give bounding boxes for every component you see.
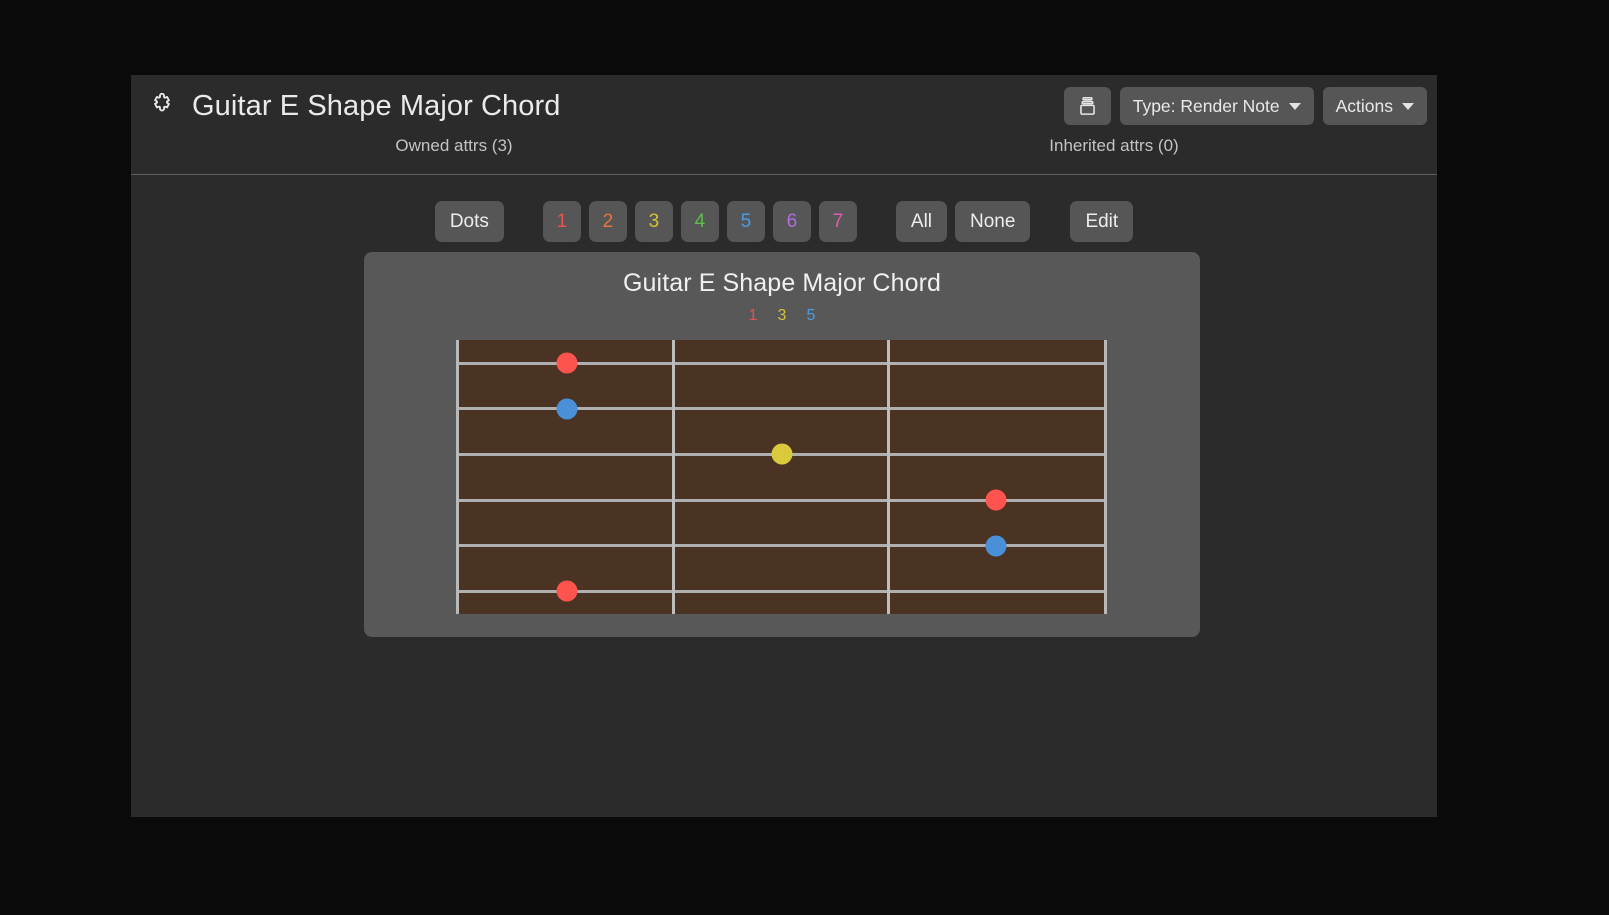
degree-button-4[interactable]: 4 <box>680 201 719 242</box>
string-line-5 <box>459 544 1104 547</box>
app-panel: Guitar E Shape Major Chord Type: Render … <box>131 75 1437 817</box>
attrs-row: Owned attrs (3) Inherited attrs (0) <box>131 137 1437 175</box>
puzzle-piece-icon <box>149 93 175 119</box>
chord-diagram-card: Guitar E Shape Major Chord 1 3 5 <box>364 252 1200 637</box>
degree-button-1[interactable]: 1 <box>542 201 581 242</box>
owned-attrs-label: Owned attrs (3) <box>395 136 513 155</box>
guitar-fretboard[interactable] <box>456 340 1107 614</box>
chord-dot-5[interactable] <box>985 535 1007 556</box>
degree-button-group: 1234567 <box>542 201 857 242</box>
chord-dot-4[interactable] <box>985 489 1007 511</box>
actions-dropdown-label: Actions <box>1335 95 1393 116</box>
degree-button-2[interactable]: 2 <box>588 201 627 242</box>
chord-dot-1[interactable] <box>556 352 578 374</box>
actions-dropdown-button[interactable]: Actions <box>1322 87 1427 125</box>
string-line-6 <box>459 589 1104 593</box>
degree-button-6[interactable]: 6 <box>772 201 811 242</box>
legend-degree-1: 1 <box>748 307 758 324</box>
fret-line-1 <box>672 340 676 614</box>
string-line-4 <box>459 498 1104 502</box>
type-dropdown-label: Type: Render Note <box>1132 95 1280 116</box>
chord-dot-2[interactable] <box>556 398 578 419</box>
header-bar: Guitar E Shape Major Chord Type: Render … <box>131 75 1437 137</box>
legend-degree-5: 5 <box>806 307 816 324</box>
all-none-group: All None <box>895 201 1031 242</box>
chevron-down-icon <box>1402 102 1414 110</box>
chord-dot-6[interactable] <box>556 580 578 602</box>
fret-line-2 <box>887 340 891 614</box>
all-button[interactable]: All <box>895 201 948 242</box>
archive-button[interactable] <box>1063 87 1111 125</box>
edit-button[interactable]: Edit <box>1070 201 1134 242</box>
chord-dot-3[interactable] <box>771 443 792 465</box>
page-title: Guitar E Shape Major Chord <box>192 89 561 122</box>
degree-button-5[interactable]: 5 <box>726 201 765 242</box>
string-line-2 <box>459 407 1104 410</box>
chord-degree-legend: 1 3 5 <box>364 307 1200 325</box>
archive-box-icon <box>1077 95 1098 117</box>
chevron-down-icon <box>1288 102 1301 110</box>
none-button[interactable]: None <box>955 201 1031 242</box>
dots-toolbar: Dots 1234567 All None Edit <box>131 175 1437 242</box>
legend-degree-3: 3 <box>777 307 787 324</box>
degree-button-3[interactable]: 3 <box>634 201 673 242</box>
degree-button-7[interactable]: 7 <box>818 201 857 242</box>
dots-button[interactable]: Dots <box>434 201 504 242</box>
header-actions: Type: Render Note Actions <box>1063 87 1431 125</box>
chord-card-title: Guitar E Shape Major Chord <box>622 269 942 297</box>
string-line-1 <box>459 361 1104 365</box>
type-dropdown-button[interactable]: Type: Render Note <box>1119 87 1314 125</box>
inherited-attrs-label: Inherited attrs (0) <box>1049 136 1179 155</box>
edit-group: Edit <box>1070 201 1134 242</box>
